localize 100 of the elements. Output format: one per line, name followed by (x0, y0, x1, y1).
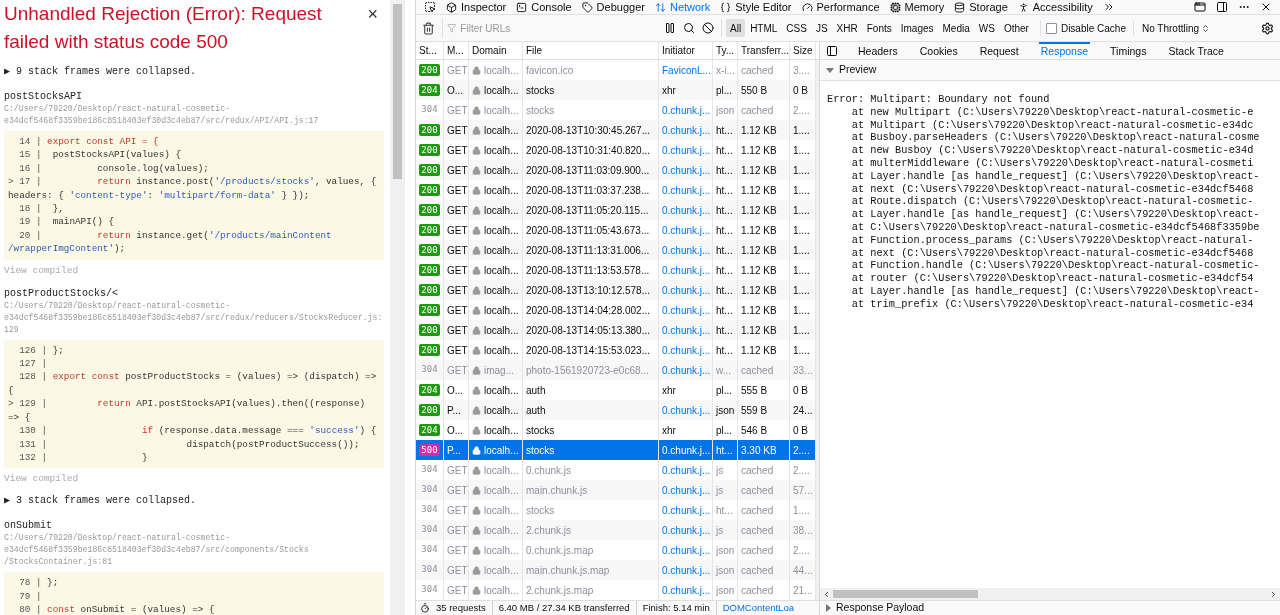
collapsed-frames-toggle[interactable]: ▶ 9 stack frames were collapsed. (4, 66, 197, 78)
pause-icon[interactable] (664, 22, 676, 34)
column-header[interactable]: Size (790, 42, 816, 59)
request-row[interactable]: 200 GET localh... 2020-08-13T11:03:09.900... 0.chunk.j... ht... 1.12 KB 1.... (416, 160, 816, 180)
devtools-tab[interactable]: Inspector (446, 1, 507, 13)
search-icon[interactable] (683, 22, 695, 34)
column-header[interactable]: File (523, 42, 659, 59)
request-row[interactable]: 304 GET imag... photo-1561920723-e0c68... 0.chunk.j... w... cached 33... (416, 360, 816, 380)
request-row[interactable]: 304 GET localh... main.chunk.js.map 0.chunk.j... json cached 44... (416, 560, 816, 580)
scrollbar[interactable] (393, 4, 402, 179)
payload-header[interactable]: Response Payload (820, 600, 1280, 615)
request-count: 35 requests (436, 600, 486, 615)
detail-tab[interactable]: Request (977, 42, 1021, 59)
domain-cell-text: localh... (484, 83, 519, 98)
filter-button[interactable]: Fonts (862, 19, 896, 37)
devtools-tab[interactable]: Console (516, 1, 572, 13)
filter-button[interactable]: WS (974, 19, 999, 37)
request-row[interactable]: 200 GET localh... 2020-08-13T11:05:43.673... 0.chunk.j... ht... 1.12 KB 1.... (416, 220, 816, 240)
detail-tab[interactable]: Headers (856, 42, 900, 59)
dock-icon[interactable] (1216, 1, 1228, 13)
sidebar-toggle-icon[interactable] (826, 44, 838, 57)
request-row[interactable]: 204 O... localh... stocks xhr pl... 546 B 0 B (416, 420, 816, 440)
throttling-select[interactable]: No Throttling (1141, 20, 1200, 36)
person-icon (1017, 1, 1029, 13)
status-badge: 200 (419, 184, 440, 196)
lock-icon (472, 405, 481, 415)
filter-button[interactable]: JS (811, 19, 832, 37)
code-line: 14 | export const API = { (18, 135, 160, 149)
element-picker-icon[interactable] (424, 1, 436, 13)
filter-button[interactable]: All (726, 19, 746, 37)
close-button[interactable]: × (367, 4, 378, 24)
request-row[interactable]: 200 GET localh... 2020-08-13T11:13:53.578... 0.chunk.j... ht... 1.12 KB 1.... (416, 260, 816, 280)
column-header[interactable]: St... (416, 42, 444, 59)
request-row[interactable]: 200 GET localh... 2020-08-13T14:05:13.380... 0.chunk.j... ht... 1.12 KB 1.... (416, 320, 816, 340)
request-row[interactable]: 200 GET localh... 2020-08-13T11:03:37.238... 0.chunk.j... ht... 1.12 KB 1.... (416, 180, 816, 200)
devtools-tab[interactable]: Memory (889, 1, 945, 13)
request-row[interactable]: 204 O... localh... stocks xhr pl... 550 B 0 B (416, 80, 816, 100)
domain-cell-text: localh... (484, 323, 519, 338)
detail-tab[interactable]: Timings (1108, 42, 1149, 59)
lock-icon (472, 165, 481, 175)
status-badge: 200 (419, 404, 440, 416)
filter-button[interactable]: HTML (746, 19, 782, 37)
code-line: 128 | export const postProductStocks = (values) => (dispatch) => { (8, 370, 378, 398)
trash-icon[interactable] (422, 21, 435, 35)
request-row[interactable]: 200 P... localh... auth 0.chunk.j... json 559 B 24... (416, 400, 816, 420)
status-badge: 200 (419, 344, 440, 356)
detail-tab[interactable]: Cookies (917, 42, 960, 59)
devtools-tab[interactable]: Style Editor (720, 1, 792, 13)
filter-button[interactable]: CSS (782, 19, 811, 37)
detail-tab[interactable]: Stack Trace (1166, 42, 1226, 59)
request-row[interactable]: 204 O... localh... auth xhr pl... 555 B 0 B (416, 380, 816, 400)
caret-icon[interactable] (826, 67, 834, 73)
devtools-tab[interactable]: Debugger (581, 1, 645, 13)
devtools-tab[interactable]: Accessibility (1017, 1, 1093, 13)
request-row[interactable]: 200 GET localh... 2020-08-13T10:31:40.820... 0.chunk.j... ht... 1.12 KB 1.... (416, 140, 816, 160)
filter-button[interactable]: Media (938, 19, 974, 37)
status-code: 304 (421, 363, 438, 377)
window-icon[interactable] (1194, 1, 1206, 13)
filter-button[interactable]: Other (999, 19, 1033, 37)
request-row[interactable]: 304 GET localh... main.chunk.js 0.chunk.j... js cached 57... (416, 480, 816, 500)
tag-icon (581, 1, 593, 13)
filter-button[interactable]: XHR (832, 19, 862, 37)
lock-icon (472, 105, 481, 115)
code-line: 19 | mainAPI() { (18, 215, 116, 229)
file-path: C:/Users/79220/Desktop/react-natural-cosmetic-e34dcf5468f3359be186c8518403ef30d3c4eb87/src/redux/API/API.js:17 (4, 103, 320, 127)
up-down-icon (1201, 23, 1211, 33)
column-header[interactable]: Domain (469, 42, 523, 59)
preview-header[interactable]: Preview (820, 60, 1280, 81)
settings-icon[interactable] (1261, 21, 1274, 35)
domain-cell-text: localh... (484, 143, 519, 158)
more-tools-icon[interactable] (1102, 1, 1115, 13)
devtools-tab[interactable]: Network (654, 1, 711, 13)
collapsed-frames-toggle[interactable]: ▶ 3 stack frames were collapsed. (4, 495, 197, 508)
box-icon (446, 1, 457, 13)
column-header[interactable]: Transferr... (738, 42, 790, 59)
request-row[interactable]: 200 GET localh... 2020-08-13T11:05:20.115... 0.chunk.j... ht... 1.12 KB 1.... (416, 200, 816, 220)
request-row[interactable]: 200 GET localh... favicon.ico FaviconL... x-i... cached 3.... (416, 60, 816, 80)
devtools-tab[interactable]: Performance (801, 1, 880, 13)
domain-cell-text: localh... (484, 103, 519, 118)
devtools-tab[interactable]: Storage (954, 1, 1008, 13)
request-row[interactable]: 500 P... localh... stocks 0.chunk.j... ht... 3.30 KB 2.... (416, 440, 816, 460)
function-name: postProductStocks/< (4, 287, 120, 300)
code-line: 78 | }; (18, 576, 60, 590)
column-header[interactable]: Initiator (659, 42, 713, 59)
scrollbar[interactable] (816, 60, 819, 600)
filter-field[interactable]: Filter URLs (460, 20, 653, 36)
request-row[interactable]: 200 GET localh... 2020-08-13T14:04:28.002... 0.chunk.j... ht... 1.12 KB 1.... (416, 300, 816, 320)
request-row[interactable]: 200 GET localh... 2020-08-13T10:30:45.267... 0.chunk.j... ht... 1.12 KB 1.... (416, 120, 816, 140)
filter-button[interactable]: Images (896, 19, 938, 37)
column-header[interactable]: M... (444, 42, 469, 59)
close-icon[interactable] (1260, 1, 1272, 13)
request-row[interactable]: 304 GET localh... 2.chunk.js 0.chunk.j... js cached 38... (416, 520, 816, 540)
disable-cache-checkbox[interactable] (1045, 22, 1057, 34)
request-row[interactable]: 200 GET localh... 2020-08-13T11:13:31.006... 0.chunk.j... ht... 1.12 KB 1.... (416, 240, 816, 260)
horizontal-scrollbar[interactable] (820, 588, 1280, 600)
block-icon[interactable] (702, 22, 714, 34)
column-header[interactable]: Ty... (713, 42, 738, 59)
caret-icon[interactable] (826, 604, 831, 612)
request-row[interactable]: 200 GET localh... 2020-08-13T13:10:12.578... 0.chunk.j... ht... 1.12 KB 1.... (416, 280, 816, 300)
request-row[interactable]: 200 GET localh... 2020-08-13T14:15:53.023... 0.chunk.j... ht... 1.12 KB 1.... (416, 340, 816, 360)
